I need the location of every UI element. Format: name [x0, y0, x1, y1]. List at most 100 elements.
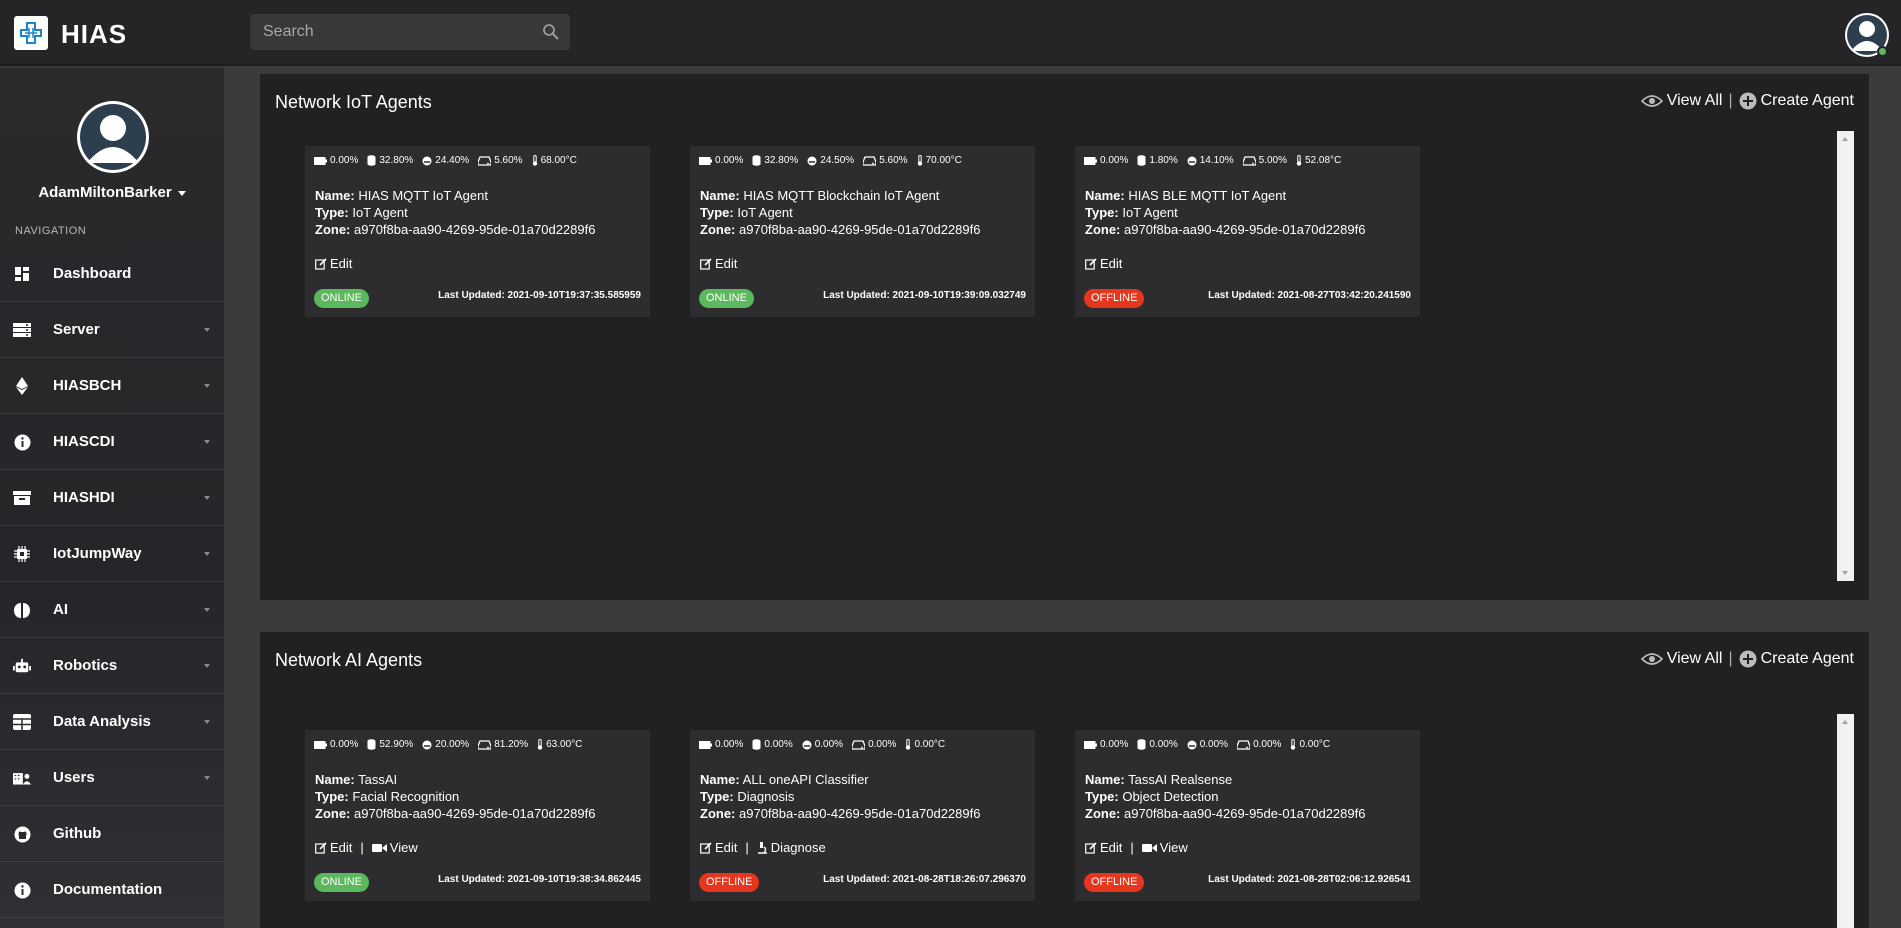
view-all-link[interactable]: View All — [1640, 92, 1723, 110]
sidebar-item-hiashdi[interactable]: HIASHDI — [0, 470, 224, 526]
status-badge: ONLINE — [314, 289, 369, 308]
last-updated: Last Updated: 2021-08-28T02:06:12.926541 — [1208, 874, 1411, 885]
plus-circle-icon — [1739, 650, 1757, 668]
edit-link[interactable]: Edit — [315, 256, 352, 271]
database-icon — [1137, 155, 1146, 166]
edit-link[interactable]: Edit — [700, 256, 737, 271]
edit-link[interactable]: Edit — [1085, 256, 1122, 271]
sidebar-item-github[interactable]: Github — [0, 806, 224, 862]
sidebar-item-documentation[interactable]: Documentation — [0, 862, 224, 918]
sidebar-item-hiascdi[interactable]: HIASCDI — [0, 414, 224, 470]
hdd-icon — [478, 739, 492, 750]
panel-actions: View All | Create Agent — [1640, 92, 1854, 110]
agent-links: Edit — [700, 256, 737, 271]
memory-stat: 0.00% — [1187, 739, 1228, 750]
scroll-up-icon[interactable] — [1842, 137, 1848, 141]
server-icon — [13, 321, 31, 339]
battery-stat: 0.00% — [699, 739, 743, 750]
create-agent-link[interactable]: Create Agent — [1739, 92, 1854, 110]
chevron-down-icon — [204, 720, 210, 724]
gauge-icon — [1187, 156, 1197, 165]
scrollbar[interactable] — [1837, 714, 1854, 928]
sidebar-item-dashboard[interactable]: Dashboard — [0, 246, 224, 302]
chevron-down-icon — [204, 776, 210, 780]
chevron-down-icon — [204, 384, 210, 388]
thermometer-icon — [906, 739, 911, 750]
last-updated: Last Updated: 2021-09-10T19:37:35.585959 — [438, 290, 641, 301]
agent-name: Name: HIAS BLE MQTT IoT Agent — [1085, 188, 1287, 203]
panel-actions: View All | Create Agent — [1640, 650, 1854, 668]
search-input[interactable] — [250, 14, 570, 50]
view-all-label: View All — [1666, 92, 1723, 109]
agent-zone: Zone: a970f8ba-aa90-4269-95de-01a70d2289… — [700, 806, 981, 821]
last-updated: Last Updated: 2021-08-28T18:26:07.296370 — [823, 874, 1026, 885]
profile-avatar[interactable] — [77, 101, 149, 173]
view-link[interactable]: View — [1141, 840, 1188, 855]
temperature-stat: 63.00°C — [537, 739, 582, 750]
create-agent-label: Create Agent — [1760, 650, 1854, 667]
agent-card: 0.00% 1.80% 14.10% 5.00% 52.08°C Name: H… — [1075, 146, 1420, 317]
table-icon — [13, 713, 31, 731]
cpu-stat: 52.90% — [367, 739, 413, 750]
sidebar-item-users[interactable]: Users — [0, 750, 224, 806]
eye-icon — [1640, 653, 1663, 665]
sidebar-item-hiasbch[interactable]: HIASBCH — [0, 358, 224, 414]
create-agent-label: Create Agent — [1760, 92, 1854, 109]
search-icon[interactable] — [542, 23, 560, 41]
gauge-icon — [1187, 740, 1197, 749]
battery-icon — [1084, 740, 1097, 749]
sidebar-item-data-analysis[interactable]: Data Analysis — [0, 694, 224, 750]
agent-links: Edit | View — [315, 840, 418, 855]
view-all-link[interactable]: View All — [1640, 650, 1723, 668]
agent-stats: 0.00% 1.80% 14.10% 5.00% 52.08°C — [1084, 155, 1350, 166]
users-icon — [13, 769, 31, 787]
view-all-label: View All — [1666, 650, 1723, 667]
profile-name-dropdown[interactable]: AdamMiltonBarker — [0, 184, 224, 201]
sidebar-item-ai[interactable]: AI — [0, 582, 224, 638]
database-icon — [1137, 739, 1146, 750]
diagnose-link[interactable]: Diagnose — [757, 840, 826, 855]
battery-icon — [1084, 156, 1097, 165]
sidebar: AdamMiltonBarker NAVIGATION Dashboard Se… — [0, 68, 224, 928]
database-icon — [752, 155, 761, 166]
create-agent-link[interactable]: Create Agent — [1739, 650, 1854, 668]
separator: | — [1728, 92, 1733, 109]
chip-icon — [13, 545, 31, 563]
hias-logo-icon[interactable] — [14, 16, 48, 50]
sidebar-item-label: Users — [53, 769, 95, 786]
memory-stat: 14.10% — [1187, 155, 1234, 166]
memory-stat: 24.50% — [807, 155, 854, 166]
brand-name[interactable]: HIAS — [61, 19, 127, 50]
agent-links: Edit — [1085, 256, 1122, 271]
status-badge: OFFLINE — [699, 873, 760, 892]
sidebar-nav: Dashboard Server HIASBCH HIASCDI HIASHDI… — [0, 246, 224, 918]
link-separator: | — [360, 840, 364, 855]
agent-links: Edit — [315, 256, 352, 271]
agent-card: 0.00% 32.80% 24.50% 5.60% 70.00°C Name: … — [690, 146, 1035, 317]
hdd-stat: 81.20% — [478, 739, 528, 750]
view-link[interactable]: View — [371, 840, 418, 855]
sidebar-item-server[interactable]: Server — [0, 302, 224, 358]
agent-stats: 0.00% 32.80% 24.50% 5.60% 70.00°C — [699, 155, 971, 166]
last-updated: Last Updated: 2021-09-10T19:38:34.862445 — [438, 874, 641, 885]
edit-link[interactable]: Edit — [1085, 840, 1122, 855]
sidebar-item-iotjumpway[interactable]: IotJumpWay — [0, 526, 224, 582]
scrollbar[interactable] — [1837, 131, 1854, 581]
scroll-up-icon[interactable] — [1842, 720, 1848, 724]
iot-agents-panel: Network IoT Agents View All | Create Age… — [260, 74, 1869, 600]
edit-icon — [700, 257, 712, 270]
cpu-stat: 1.80% — [1137, 155, 1178, 166]
agent-type: Type: IoT Agent — [700, 205, 793, 220]
link-separator: | — [1130, 840, 1134, 855]
agent-zone: Zone: a970f8ba-aa90-4269-95de-01a70d2289… — [315, 806, 596, 821]
scroll-down-icon[interactable] — [1842, 571, 1848, 575]
status-badge: OFFLINE — [1084, 873, 1145, 892]
hdd-icon — [863, 155, 877, 166]
agent-name: Name: HIAS MQTT IoT Agent — [315, 188, 488, 203]
agent-card: 0.00% 0.00% 0.00% 0.00% 0.00°C Name: Tas… — [1075, 730, 1420, 901]
edit-link[interactable]: Edit — [700, 840, 737, 855]
sidebar-item-robotics[interactable]: Robotics — [0, 638, 224, 694]
agent-name: Name: TassAI Realsense — [1085, 772, 1233, 787]
edit-link[interactable]: Edit — [315, 840, 352, 855]
agent-zone: Zone: a970f8ba-aa90-4269-95de-01a70d2289… — [1085, 806, 1366, 821]
